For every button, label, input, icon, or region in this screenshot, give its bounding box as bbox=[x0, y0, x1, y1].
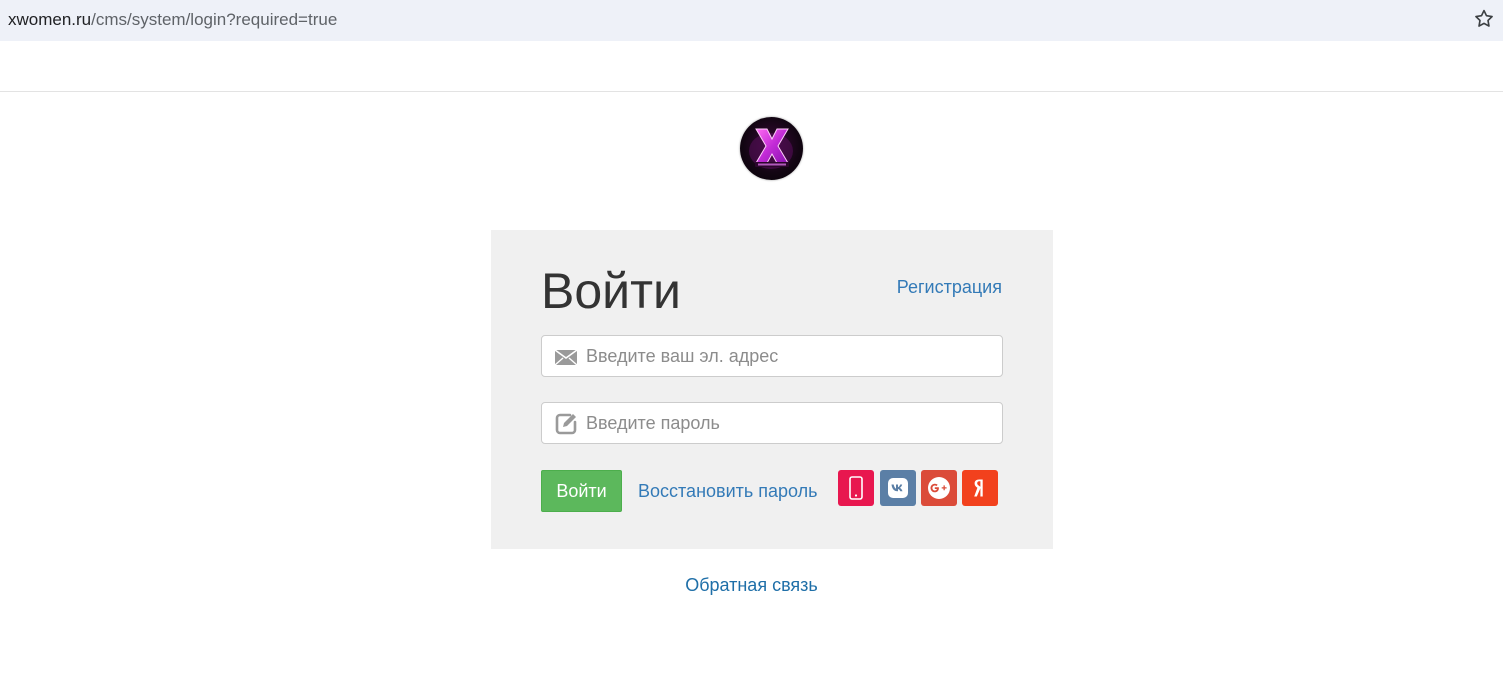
browser-address-bar: xwomen.ru/cms/system/login?required=true bbox=[0, 0, 1503, 41]
email-field[interactable] bbox=[541, 335, 1003, 377]
page-title: Войти bbox=[541, 263, 681, 319]
email-input[interactable] bbox=[586, 336, 996, 376]
address-url[interactable]: xwomen.ru/cms/system/login?required=true bbox=[8, 10, 337, 30]
xwomen-logo-icon bbox=[749, 128, 793, 169]
pencil-square-icon bbox=[555, 413, 577, 435]
login-card: Войти Регистрация Войти Восстановить пар… bbox=[491, 230, 1053, 549]
site-logo[interactable] bbox=[740, 117, 803, 180]
login-button[interactable]: Войти bbox=[541, 470, 622, 512]
register-link[interactable]: Регистрация bbox=[897, 277, 1002, 298]
feedback-link[interactable]: Обратная связь bbox=[685, 575, 818, 595]
yandex-icon bbox=[974, 479, 983, 497]
site-header-strip bbox=[0, 41, 1503, 92]
url-host: xwomen.ru bbox=[8, 10, 92, 29]
url-path: /cms/system/login?required=true bbox=[91, 10, 338, 29]
envelope-icon bbox=[554, 349, 578, 366]
yandex-login-button[interactable] bbox=[962, 470, 998, 506]
google-plus-icon bbox=[928, 477, 950, 499]
google-plus-login-button[interactable] bbox=[921, 470, 957, 506]
feedback-footer: Обратная связь bbox=[0, 575, 1503, 596]
vk-login-button[interactable] bbox=[880, 470, 916, 506]
bookmark-star-icon[interactable] bbox=[1473, 8, 1495, 30]
phone-login-button[interactable] bbox=[838, 470, 874, 506]
vk-icon bbox=[888, 478, 908, 498]
restore-password-link[interactable]: Восстановить пароль bbox=[638, 481, 818, 502]
phone-icon bbox=[849, 476, 863, 500]
password-field[interactable] bbox=[541, 402, 1003, 444]
password-input[interactable] bbox=[586, 403, 996, 443]
